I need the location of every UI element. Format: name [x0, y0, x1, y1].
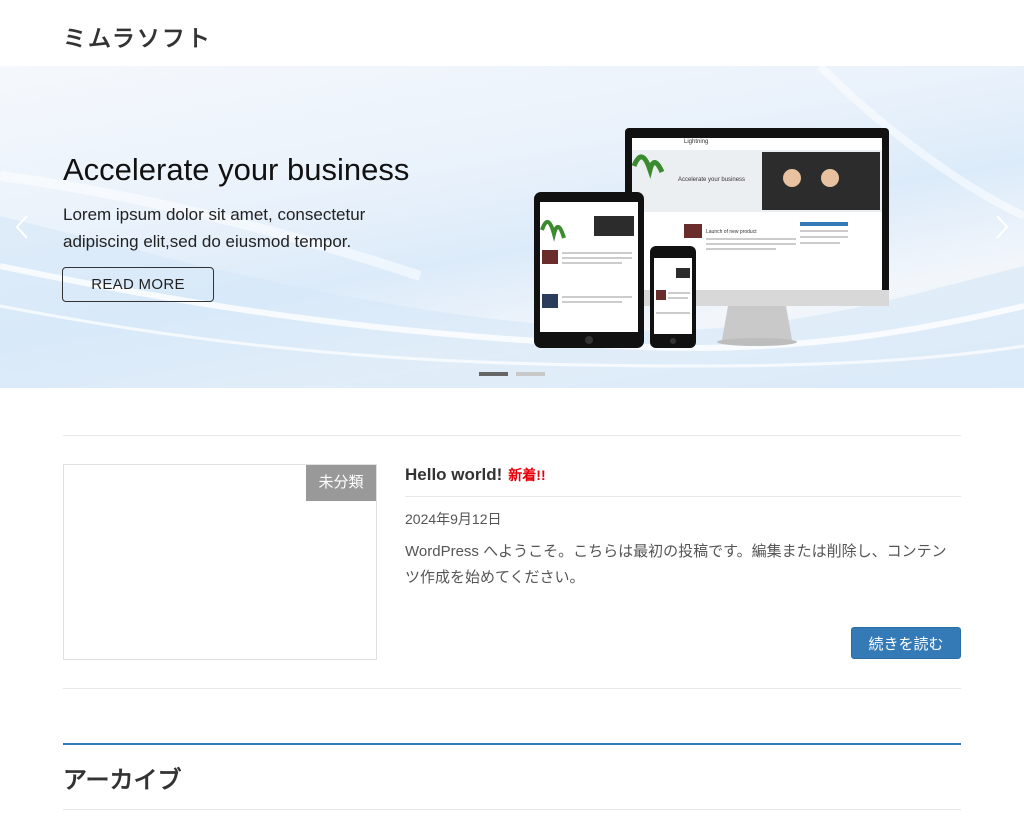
- read-more-button[interactable]: READ MORE: [62, 267, 214, 302]
- archive-accent-rule: [63, 743, 961, 745]
- mockup-brand: Lightning: [684, 139, 708, 145]
- mockup-post-heading: Launch of new product: [706, 229, 757, 235]
- category-badge[interactable]: 未分類: [306, 465, 376, 501]
- prev-slide-arrow-icon[interactable]: [12, 212, 32, 242]
- divider: [63, 688, 961, 689]
- hero-slider: Accelerate your business Lorem ipsum dol…: [0, 66, 1024, 388]
- responsive-devices-image: Lightning Accelerate your business Launc…: [534, 128, 889, 348]
- new-label: 新着!!: [508, 467, 546, 483]
- post-excerpt: WordPress へようこそ。こちらは最初の投稿です。編集または削除し、コンテ…: [405, 543, 947, 586]
- post-title: Hello world! 新着!!: [405, 465, 546, 485]
- site-header: ミムラソフト: [0, 0, 1024, 67]
- read-more-post-button[interactable]: 続きを読む: [851, 627, 961, 659]
- mockup-headline: Accelerate your business: [678, 177, 745, 183]
- archive-title: アーカイブ: [63, 767, 182, 794]
- next-slide-arrow-icon[interactable]: [992, 212, 1012, 242]
- slide-dot-2[interactable]: [516, 372, 545, 376]
- divider: [63, 435, 961, 436]
- post-title-link[interactable]: Hello world!: [405, 465, 502, 484]
- hero-text: Lorem ipsum dolor sit amet, consectetur …: [63, 205, 366, 251]
- hero-title: Accelerate your business: [63, 152, 410, 187]
- archive-divider: [63, 809, 961, 810]
- post-date: 2024年9月12日: [405, 511, 502, 527]
- slide-dot-1[interactable]: [479, 372, 508, 376]
- site-title[interactable]: ミムラソフト: [63, 19, 212, 53]
- post-title-divider: [405, 496, 961, 497]
- post-thumbnail[interactable]: 未分類: [63, 464, 377, 660]
